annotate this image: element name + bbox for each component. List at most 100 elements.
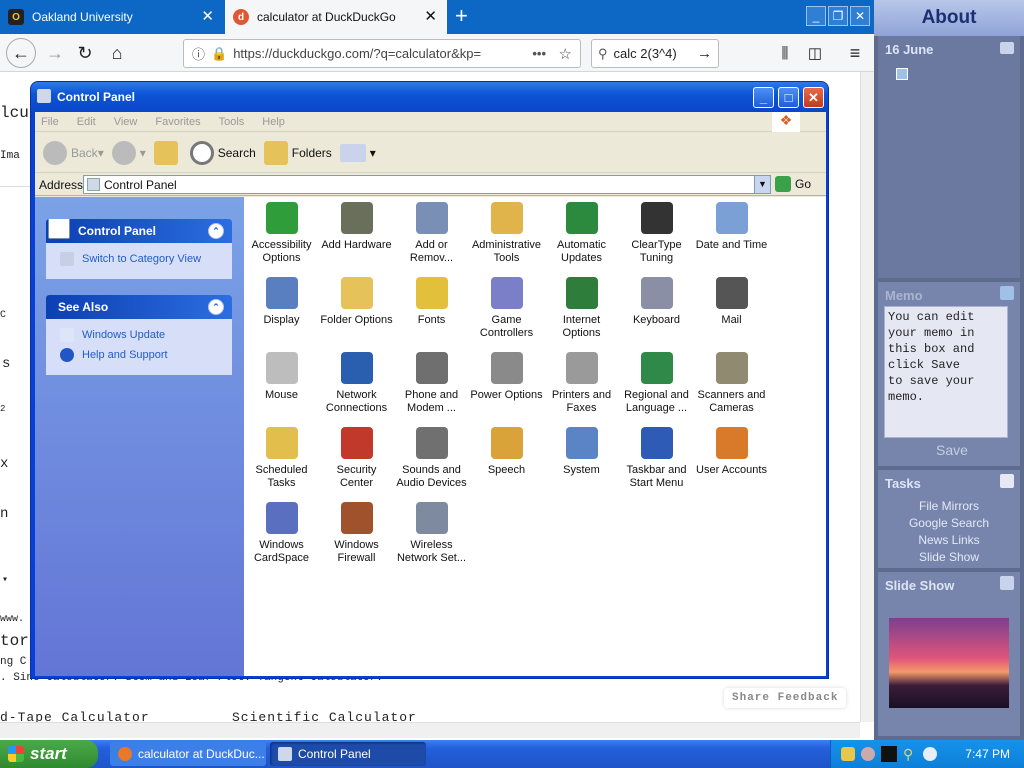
url-bar[interactable]: ⓘ 🔒 https://duckduckgo.com/?q=calculator… [183, 39, 581, 68]
menu-view[interactable]: View [114, 116, 138, 128]
horizontal-scrollbar[interactable] [0, 722, 860, 738]
back-button[interactable]: Back ▾ [43, 140, 104, 165]
switch-category-view-link[interactable]: Switch to Category View [60, 249, 222, 269]
task-slide-show[interactable]: Slide Show [878, 550, 1020, 567]
help-support-link[interactable]: Help and Support [60, 345, 222, 365]
windows-update-link[interactable]: Windows Update [60, 325, 222, 345]
address-input[interactable]: Control Panel ▼ [83, 175, 771, 194]
search-bar[interactable]: ⚲ calc 2(3^4) → [591, 39, 719, 68]
home-icon[interactable]: ⌂ [102, 38, 132, 68]
cp-item-network-connections[interactable]: Network Connections [319, 352, 394, 415]
cp-item-firewall[interactable]: Windows Firewall [319, 502, 394, 565]
section-header[interactable]: Control Panel ⌃ [46, 219, 232, 243]
cp-item-taskbar-start-menu[interactable]: Taskbar and Start Menu [619, 427, 694, 490]
maximize-icon[interactable]: □ [778, 87, 799, 108]
menu-tools[interactable]: Tools [219, 116, 245, 128]
calendar-icon[interactable] [1000, 42, 1014, 54]
volume-icon[interactable] [923, 747, 937, 761]
cp-item-administrative-tools[interactable]: Administrative Tools [469, 202, 544, 265]
back-arrow-icon[interactable]: ← [6, 38, 36, 68]
cp-item-game-controllers[interactable]: Game Controllers [469, 277, 544, 340]
forward-button[interactable]: ▾ [111, 140, 146, 165]
control-panel-titlebar[interactable]: Control Panel _ □ ✕ [31, 82, 828, 112]
cp-item-date-time[interactable]: Date and Time [694, 202, 769, 252]
cp-item-wireless-network[interactable]: Wireless Network Set... [394, 502, 469, 565]
folders-button[interactable]: Folders [263, 140, 332, 165]
close-tab-icon[interactable]: ✕ [201, 8, 214, 26]
up-folder-button[interactable] [153, 140, 182, 165]
cp-item-accessibility[interactable]: Accessibility Options [244, 202, 319, 265]
cp-item-fonts[interactable]: Fonts [394, 277, 469, 327]
close-tab-icon[interactable]: ✕ [424, 8, 437, 26]
search-input[interactable]: calc 2(3^4) [614, 46, 677, 61]
cp-item-add-remove-programs[interactable]: Add or Remov... [394, 202, 469, 265]
forward-arrow-icon[interactable]: → [40, 38, 70, 68]
chevron-down-icon[interactable]: ▼ [754, 176, 770, 193]
menu-icon[interactable]: ≡ [840, 38, 870, 68]
cp-item-folder-options[interactable]: Folder Options [319, 277, 394, 327]
search-button[interactable]: Search [189, 140, 256, 165]
share-feedback-button[interactable]: Share Feedback [724, 688, 847, 708]
cp-item-automatic-updates[interactable]: Automatic Updates [544, 202, 619, 265]
vertical-scrollbar[interactable] [860, 72, 874, 722]
close-window-icon[interactable]: ✕ [803, 87, 824, 108]
task-news-links[interactable]: News Links [878, 533, 1020, 550]
tab-oakland-university[interactable]: O Oakland University ✕ [0, 0, 224, 34]
collapse-chevron-icon[interactable]: ⌃ [208, 223, 224, 239]
menu-file[interactable]: File [41, 116, 59, 128]
app-icon[interactable] [881, 746, 897, 762]
page-actions-icon[interactable]: ••• [532, 46, 546, 61]
cp-item-display[interactable]: Display [244, 277, 319, 327]
menu-help[interactable]: Help [262, 116, 285, 128]
cp-item-system[interactable]: System [544, 427, 619, 477]
sidebar-toggle-icon[interactable]: ◫ [800, 38, 830, 68]
cp-item-internet-options[interactable]: Internet Options [544, 277, 619, 340]
close-window-icon[interactable]: ✕ [850, 6, 870, 26]
cp-item-cardspace[interactable]: Windows CardSpace [244, 502, 319, 565]
cp-item-scheduled-tasks[interactable]: Scheduled Tasks [244, 427, 319, 490]
cp-item-scanners-cameras[interactable]: Scanners and Cameras [694, 352, 769, 415]
sunset-image[interactable] [889, 618, 1009, 708]
cp-item-mail[interactable]: Mail [694, 277, 769, 327]
cp-item-phone-modem[interactable]: Phone and Modem ... [394, 352, 469, 415]
cp-item-power-options[interactable]: Power Options [469, 352, 544, 402]
cp-item-mouse[interactable]: Mouse [244, 352, 319, 402]
cp-item-printers-faxes[interactable]: Printers and Faxes [544, 352, 619, 415]
clock[interactable]: 7:47 PM [965, 747, 1010, 761]
search-go-icon[interactable]: → [697, 45, 712, 62]
task-file-mirrors[interactable]: File Mirrors [878, 499, 1020, 516]
views-button[interactable]: ▾ [339, 143, 376, 162]
go-button[interactable]: Go [775, 176, 811, 192]
minimize-icon[interactable]: _ [806, 6, 826, 26]
shield-icon[interactable] [841, 747, 855, 761]
cp-item-sounds-audio[interactable]: Sounds and Audio Devices [394, 427, 469, 490]
cp-item-cleartype[interactable]: ClearType Tuning [619, 202, 694, 265]
collapse-chevron-icon[interactable]: ⌃ [208, 299, 224, 315]
save-button[interactable]: Save [936, 442, 968, 458]
cp-item-user-accounts[interactable]: User Accounts [694, 427, 769, 477]
cp-item-security-center[interactable]: Security Center [319, 427, 394, 490]
info-icon[interactable]: ⓘ [192, 44, 205, 63]
cp-item-regional-language[interactable]: Regional and Language ... [619, 352, 694, 415]
cp-item-keyboard[interactable]: Keyboard [619, 277, 694, 327]
chevron-down-icon[interactable]: ▾ [2, 574, 8, 586]
note-icon[interactable] [896, 68, 908, 80]
network-icon[interactable] [861, 747, 875, 761]
taskbar-control-panel-button[interactable]: Control Panel [270, 742, 426, 766]
reload-icon[interactable]: ↻ [70, 38, 100, 68]
start-button[interactable]: start [0, 740, 98, 768]
minimize-icon[interactable]: _ [753, 87, 774, 108]
memo-textarea[interactable]: You can edit your memo in this box and c… [884, 306, 1008, 438]
tab-duckduckgo[interactable]: d calculator at DuckDuckGo ✕ [225, 0, 447, 34]
task-google-search[interactable]: Google Search [878, 516, 1020, 533]
bookmark-star-icon[interactable]: ☆ [559, 45, 572, 63]
section-header[interactable]: See Also ⌃ [46, 295, 232, 319]
new-tab-icon[interactable]: + [455, 3, 468, 29]
search-icon[interactable]: ⚲ [903, 746, 913, 763]
cp-item-add-hardware[interactable]: Add Hardware [319, 202, 394, 252]
library-icon[interactable]: ⫼ [770, 38, 800, 68]
menu-favorites[interactable]: Favorites [155, 116, 200, 128]
taskbar-firefox-button[interactable]: calculator at DuckDuc... [110, 742, 266, 766]
cp-item-speech[interactable]: Speech [469, 427, 544, 477]
restore-icon[interactable]: ❐ [828, 6, 848, 26]
